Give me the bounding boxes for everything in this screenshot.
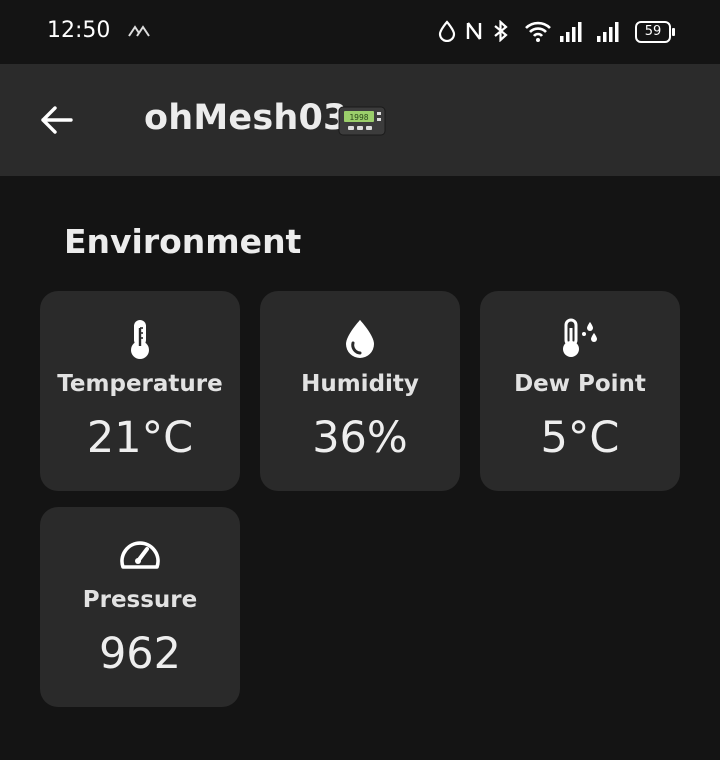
nfc-icon (466, 22, 482, 40)
card-label: Humidity (301, 371, 419, 397)
temperature-card: Temperature 21°C (40, 291, 240, 491)
thermometer-icon (131, 320, 149, 359)
status-time: 12:50 (47, 18, 111, 43)
water-drop-icon (346, 320, 374, 358)
bluetooth-icon (494, 20, 508, 42)
data-saver-icon (438, 20, 456, 42)
card-value: 5°C (540, 413, 620, 463)
page-title: ohMesh03 (144, 98, 348, 138)
pressure-card: Pressure 962 (40, 507, 240, 707)
humidity-card: Humidity 36% (260, 291, 460, 491)
dew-point-icon (563, 318, 597, 357)
dew-point-card: Dew Point 5°C (480, 291, 680, 491)
signal-2-icon (597, 22, 619, 42)
speedometer-icon (120, 541, 160, 569)
battery-icon: 59 (635, 21, 675, 43)
card-value: 962 (98, 629, 182, 679)
card-value: 36% (312, 413, 408, 463)
section-title: Environment (64, 222, 302, 261)
arrow-left-icon (41, 106, 73, 134)
card-value: 21°C (86, 413, 194, 463)
carrier-logo-icon (128, 25, 150, 37)
card-label: Dew Point (514, 371, 646, 397)
svg-text:1998: 1998 (349, 113, 368, 122)
battery-level: 59 (644, 24, 662, 39)
wifi-icon (525, 21, 551, 42)
status-bar: 12:50 59 (0, 0, 720, 64)
pager-icon: 1998 (338, 106, 386, 136)
back-button[interactable] (28, 96, 84, 144)
card-label: Pressure (82, 587, 198, 613)
card-label: Temperature (57, 371, 223, 397)
signal-1-icon (560, 22, 582, 42)
